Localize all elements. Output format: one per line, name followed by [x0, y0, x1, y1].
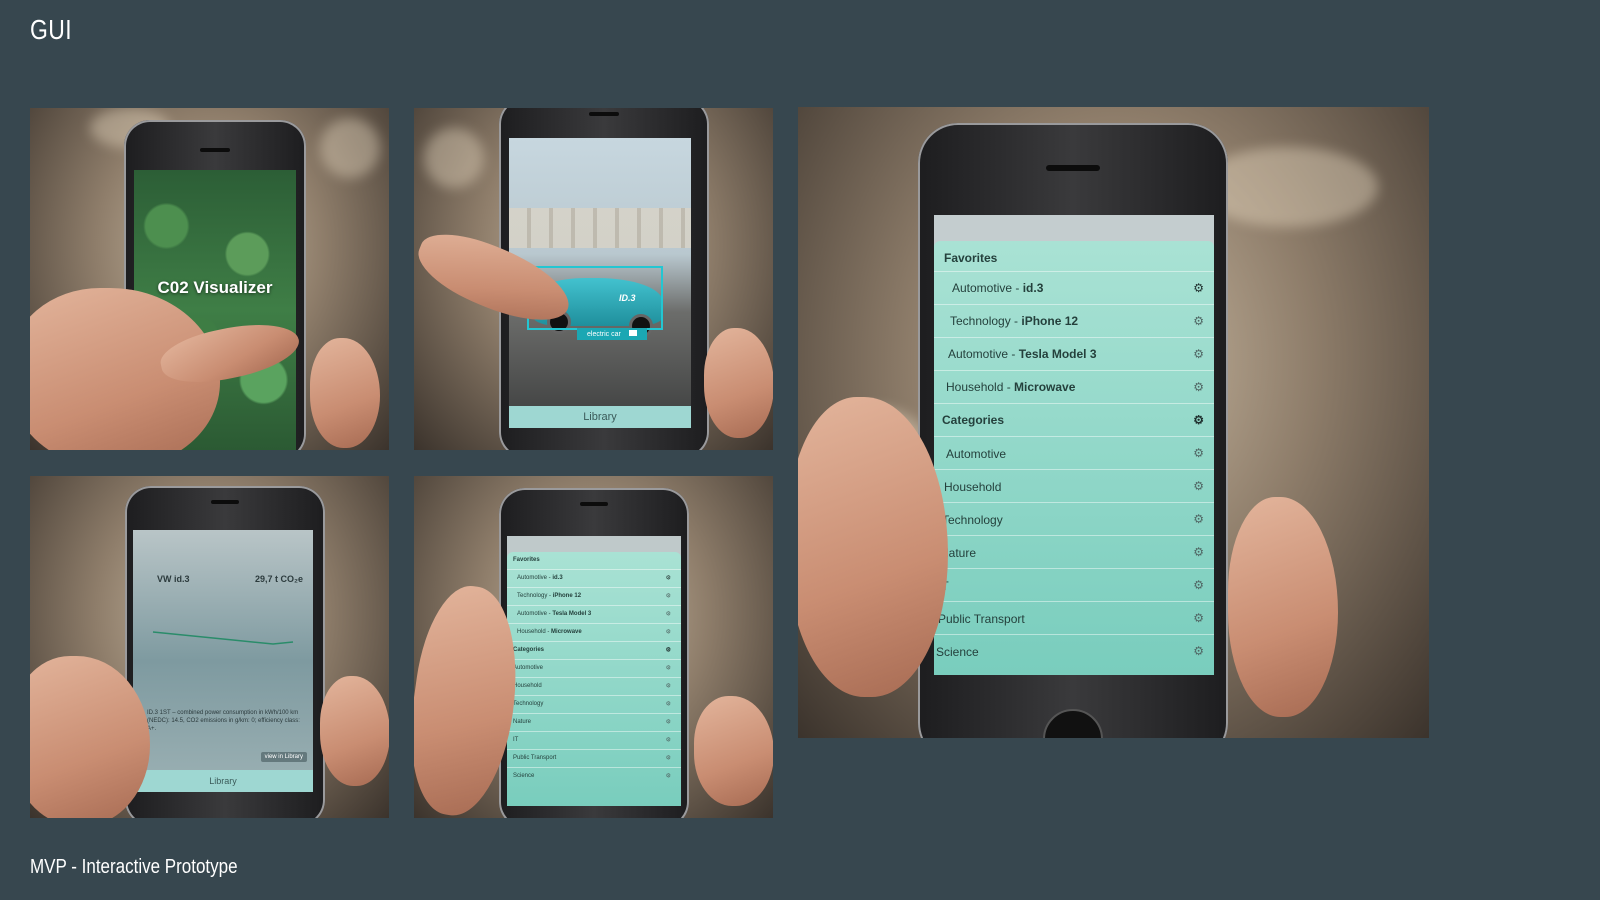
gear-icon[interactable]: ⚙	[1193, 502, 1204, 536]
favorites-header: Favorites	[507, 552, 681, 570]
category-item[interactable]: Automotive ⚙	[507, 660, 681, 678]
emissions-value: 29,7 t CO₂e	[254, 574, 303, 584]
gear-icon[interactable]: ⚙	[1193, 305, 1204, 337]
category-item[interactable]: Household ⚙	[934, 470, 1214, 503]
category-item[interactable]: Nature ⚙	[934, 536, 1214, 569]
menu-screen: Favorites Automotive - id.3 ⚙ Technology …	[934, 215, 1214, 675]
slide-footer: MVP - Interactive Prototype	[30, 856, 238, 878]
home-button[interactable]	[1043, 709, 1103, 738]
gear-icon[interactable]: ⚙	[1193, 535, 1204, 569]
fingers	[320, 676, 389, 786]
menu-panel-small: Favorites Automotive - id.3 ⚙ Technology …	[507, 552, 681, 806]
menu-item[interactable]: Automotive - Tesla Model 3 ⚙	[507, 606, 681, 624]
menu-item[interactable]: Technology - iPhone 12 ⚙	[507, 588, 681, 606]
earpiece	[1046, 165, 1100, 171]
model-name: VW id.3	[157, 574, 190, 584]
gear-icon[interactable]: ⚙	[666, 660, 671, 677]
fingers	[694, 696, 773, 806]
photo-menu-small: Favorites Automotive - id.3 ⚙ Technology …	[414, 476, 773, 818]
menu-item[interactable]: Automotive - id.3 ⚙	[934, 272, 1214, 305]
library-tab[interactable]: Library	[133, 770, 313, 792]
photo-ar: ID.3 electric car Library	[414, 108, 773, 450]
categories-header[interactable]: Categories ⚙	[507, 642, 681, 660]
category-item[interactable]: IT⚙	[507, 732, 681, 750]
gear-icon[interactable]: ⚙	[666, 606, 671, 623]
gear-icon[interactable]: ⚙	[666, 678, 671, 695]
fingers	[310, 338, 380, 448]
menu-panel: Favorites Automotive - id.3 ⚙ Technology …	[934, 241, 1214, 675]
category-item[interactable]: Technology ⚙	[507, 696, 681, 714]
category-item[interactable]: Household ⚙	[507, 678, 681, 696]
menu-item[interactable]: Household - Microwave ⚙	[934, 371, 1214, 404]
fingers	[704, 328, 773, 438]
menu-item[interactable]: Household - Microwave ⚙	[507, 624, 681, 642]
category-item[interactable]: Public Transport ⚙	[934, 602, 1214, 635]
detail-screen: VW id.3 29,7 t CO₂e ID.3 1ST – combined …	[133, 530, 313, 792]
earpiece	[211, 500, 239, 504]
view-in-library-button[interactable]: view in Library	[260, 752, 307, 762]
menu-item[interactable]: Automotive - Tesla Model 3 ⚙	[934, 338, 1214, 371]
gear-icon[interactable]: ⚙	[666, 624, 671, 641]
gear-icon[interactable]: ⚙	[1193, 404, 1204, 436]
category-item[interactable]: Science ⚙	[934, 635, 1214, 667]
category-item[interactable]: IT⚙	[934, 569, 1214, 602]
gear-icon[interactable]: ⚙	[666, 570, 671, 587]
category-item[interactable]: Technology ⚙	[934, 503, 1214, 536]
gear-icon[interactable]: ⚙	[666, 696, 671, 713]
category-item[interactable]: Public Transport ⚙	[507, 750, 681, 768]
menu-screen-small: Favorites Automotive - id.3 ⚙ Technology …	[507, 536, 681, 806]
gear-icon[interactable]: ⚙	[666, 714, 671, 731]
menu-item[interactable]: Automotive - id.3 ⚙	[507, 570, 681, 588]
gear-icon[interactable]: ⚙	[1193, 634, 1204, 668]
slide-title: GUI	[30, 14, 73, 45]
camera-icon	[628, 330, 637, 336]
gear-icon[interactable]: ⚙	[666, 750, 671, 767]
phone: Favorites Automotive - id.3 ⚙ Technology …	[499, 488, 689, 818]
gear-icon[interactable]: ⚙	[666, 642, 671, 659]
app-title: C02 Visualizer	[157, 278, 273, 297]
category-item[interactable]: Nature ⚙	[507, 714, 681, 732]
emissions-line-chart	[152, 631, 294, 645]
photo-splash: C02 Visualizer	[30, 108, 389, 450]
earpiece	[589, 112, 619, 116]
gear-icon[interactable]: ⚙	[1193, 371, 1204, 403]
category-item[interactable]: Automotive ⚙	[934, 437, 1214, 470]
phone: Favorites Automotive - id.3 ⚙ Technology …	[918, 123, 1228, 738]
detection-tag[interactable]: electric car	[577, 328, 647, 340]
detection-label: electric car	[587, 331, 621, 338]
fingers	[1228, 497, 1338, 717]
earpiece	[580, 502, 608, 506]
car-description: ID.3 1ST – combined power consumption in…	[147, 710, 300, 732]
gear-icon[interactable]: ⚙	[1193, 272, 1204, 304]
photo-detail: VW id.3 29,7 t CO₂e ID.3 1ST – combined …	[30, 476, 389, 818]
categories-header[interactable]: Categories ⚙	[934, 404, 1214, 437]
gear-icon[interactable]: ⚙	[666, 768, 671, 785]
gear-icon[interactable]: ⚙	[1193, 469, 1204, 503]
gear-icon[interactable]: ⚙	[1193, 436, 1204, 470]
gear-icon[interactable]: ⚙	[666, 732, 671, 749]
photo-menu-large: Favorites Automotive - id.3 ⚙ Technology …	[798, 107, 1429, 738]
favorites-header: Favorites	[934, 241, 1214, 272]
gear-icon[interactable]: ⚙	[1193, 568, 1204, 602]
gear-icon[interactable]: ⚙	[1193, 601, 1204, 635]
gear-icon[interactable]: ⚙	[666, 588, 671, 605]
category-item[interactable]: Science ⚙	[507, 768, 681, 785]
earpiece	[200, 148, 230, 152]
library-tab[interactable]: Library	[509, 406, 691, 428]
gear-icon[interactable]: ⚙	[1193, 338, 1204, 370]
phone: VW id.3 29,7 t CO₂e ID.3 1ST – combined …	[125, 486, 325, 818]
menu-item[interactable]: Technology - iPhone 12 ⚙	[934, 305, 1214, 338]
